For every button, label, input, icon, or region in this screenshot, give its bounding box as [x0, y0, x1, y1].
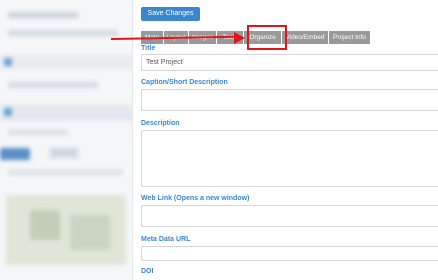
title-field[interactable]: Test Project — [141, 54, 438, 71]
blurred-text — [8, 130, 68, 135]
web-link-field[interactable] — [141, 205, 438, 227]
blurred-row — [0, 105, 132, 121]
caption-label: Caption/Short Description — [141, 79, 228, 86]
tab-project-info[interactable]: Project Info — [329, 31, 370, 44]
annotation-highlight-box — [247, 25, 287, 50]
tab-video-embed[interactable]: Video/Embed — [282, 31, 328, 44]
meta-data-url-label: Meta Data URL — [141, 236, 191, 243]
save-changes-button[interactable]: Save Changes — [141, 7, 200, 21]
blurred-icon — [4, 108, 12, 116]
blurred-icon — [4, 58, 12, 66]
blurred-button — [0, 148, 30, 160]
blurred-map-area — [70, 215, 110, 250]
blurred-text — [8, 12, 78, 18]
web-link-label: Web Link (Opens a new window) — [141, 195, 250, 202]
blurred-button — [50, 148, 78, 158]
blurred-text — [8, 170, 123, 175]
annotation-arrow-head — [234, 32, 245, 44]
blurred-map-area — [30, 210, 60, 240]
description-field[interactable] — [141, 130, 438, 187]
description-label: Description — [141, 120, 180, 127]
blurred-row — [0, 55, 132, 69]
blurred-text — [8, 30, 118, 36]
blurred-sidebar — [0, 0, 133, 280]
caption-field[interactable] — [141, 89, 438, 111]
blurred-text — [8, 82, 98, 88]
doi-label: DOI — [141, 268, 154, 275]
title-label: Title — [141, 45, 156, 52]
meta-data-url-field[interactable] — [141, 246, 438, 261]
title-field-value: Test Project — [146, 59, 183, 66]
